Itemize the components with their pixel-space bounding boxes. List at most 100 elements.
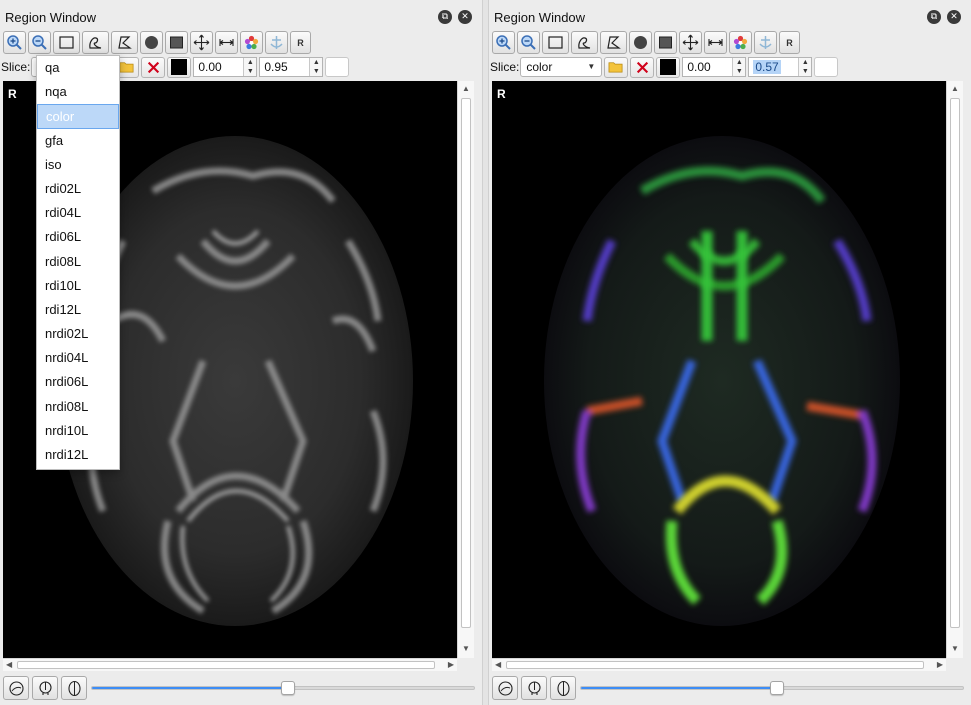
dropdown-item-rdi04L[interactable]: rdi04L xyxy=(37,201,119,225)
slice-select[interactable]: color ▼ xyxy=(520,57,603,77)
dropdown-item-rdi10L[interactable]: rdi10L xyxy=(37,274,119,298)
dropdown-item-nrdi08L[interactable]: nrdi08L xyxy=(37,395,119,419)
anchor-button[interactable] xyxy=(754,31,777,54)
dropdown-item-iso[interactable]: iso xyxy=(37,153,119,177)
title-bar: Region Window ⧉ ✕ xyxy=(489,0,971,30)
circle-tool-button[interactable] xyxy=(629,31,652,54)
horizontal-scroll-thumb[interactable] xyxy=(506,661,924,669)
square-tool-button[interactable] xyxy=(165,31,188,54)
float-window-icon[interactable]: ⧉ xyxy=(438,10,452,24)
r-button[interactable]: R xyxy=(290,31,311,54)
color-wheel-button[interactable] xyxy=(240,31,263,54)
polygon-tool-button[interactable] xyxy=(600,31,627,54)
scroll-left-icon[interactable]: ◀ xyxy=(6,660,12,669)
slice-slider[interactable] xyxy=(580,681,964,695)
splitter[interactable] xyxy=(482,0,489,705)
scroll-right-icon[interactable]: ▶ xyxy=(937,660,943,669)
zoom-out-button[interactable] xyxy=(28,31,51,54)
scroll-down-icon[interactable]: ▼ xyxy=(951,644,959,653)
dropdown-item-rdi12L[interactable]: rdi12L xyxy=(37,298,119,322)
axial-view-button[interactable] xyxy=(61,676,87,700)
freehand-tool-button[interactable] xyxy=(571,31,598,54)
slider-fill xyxy=(92,687,288,689)
extra-field[interactable] xyxy=(814,57,839,77)
scroll-up-icon[interactable]: ▲ xyxy=(462,84,470,93)
open-folder-button[interactable] xyxy=(604,56,629,78)
vertical-scrollbar[interactable]: ▲ ▼ xyxy=(457,81,474,658)
rectangle-tool-button[interactable] xyxy=(53,31,80,54)
vertical-scrollbar[interactable]: ▲ ▼ xyxy=(946,81,963,658)
clear-button[interactable] xyxy=(141,56,166,78)
slice-view[interactable]: R xyxy=(492,81,946,658)
scroll-up-icon[interactable]: ▲ xyxy=(951,84,959,93)
close-window-icon[interactable]: ✕ xyxy=(947,10,961,24)
axial-view-button[interactable] xyxy=(550,676,576,700)
dropdown-item-rdi06L[interactable]: rdi06L xyxy=(37,225,119,249)
float-window-icon[interactable]: ⧉ xyxy=(927,10,941,24)
slider-fill xyxy=(581,687,777,689)
color-wheel-button[interactable] xyxy=(729,31,752,54)
move-tool-button[interactable] xyxy=(190,31,213,54)
dropdown-item-qa[interactable]: qa xyxy=(37,56,119,80)
square-tool-button[interactable] xyxy=(654,31,677,54)
scroll-right-icon[interactable]: ▶ xyxy=(448,660,454,669)
polygon-tool-button[interactable] xyxy=(111,31,138,54)
slice-slider[interactable] xyxy=(91,681,475,695)
r-button[interactable]: R xyxy=(779,31,800,54)
extra-field[interactable] xyxy=(325,57,350,77)
delete-x-icon xyxy=(636,61,648,73)
vertical-scroll-thumb[interactable] xyxy=(461,98,471,628)
coronal-view-button[interactable] xyxy=(521,676,547,700)
horizontal-scroll-thumb[interactable] xyxy=(17,661,435,669)
background-color-button[interactable] xyxy=(656,56,681,78)
spin-arrows-icon[interactable]: ▲ ▼ xyxy=(798,58,812,76)
dropdown-item-nqa[interactable]: nqa xyxy=(37,80,119,104)
anchor-button[interactable] xyxy=(265,31,288,54)
ruler-tool-button[interactable] xyxy=(215,31,238,54)
dropdown-item-nrdi04L[interactable]: nrdi04L xyxy=(37,346,119,370)
scroll-down-icon[interactable]: ▼ xyxy=(462,644,470,653)
coronal-icon xyxy=(38,680,52,695)
slider-handle[interactable] xyxy=(770,681,784,695)
background-color-button[interactable] xyxy=(167,56,192,78)
slider-handle[interactable] xyxy=(281,681,295,695)
move-icon xyxy=(682,34,699,51)
zoom-in-button[interactable] xyxy=(3,31,26,54)
rectangle-tool-button[interactable] xyxy=(542,31,569,54)
dropdown-item-nrdi06L[interactable]: nrdi06L xyxy=(37,370,119,394)
max-value-spinbox[interactable]: 0.95 ▲ ▼ xyxy=(259,57,324,77)
sagittal-view-button[interactable] xyxy=(492,676,518,700)
close-window-icon[interactable]: ✕ xyxy=(458,10,472,24)
zoom-in-button[interactable] xyxy=(492,31,515,54)
freehand-tool-button[interactable] xyxy=(82,31,109,54)
dropdown-item-nrdi12L[interactable]: nrdi12L xyxy=(37,443,119,467)
move-tool-button[interactable] xyxy=(679,31,702,54)
dropdown-item-nrdi02L[interactable]: nrdi02L xyxy=(37,322,119,346)
max-value-spinbox[interactable]: 0.57 ▲ ▼ xyxy=(748,57,813,77)
coronal-view-button[interactable] xyxy=(32,676,58,700)
vertical-scroll-thumb[interactable] xyxy=(950,98,960,628)
slice-dropdown-menu[interactable]: qa nqa color gfa iso rdi02L rdi04L rdi06L rdi08L… xyxy=(36,55,120,470)
dropdown-item-gfa[interactable]: gfa xyxy=(37,129,119,153)
dropdown-item-rdi02L[interactable]: rdi02L xyxy=(37,177,119,201)
spin-arrows-icon[interactable]: ▲ ▼ xyxy=(243,58,257,76)
clear-button[interactable] xyxy=(630,56,655,78)
circle-tool-button[interactable] xyxy=(140,31,163,54)
dropdown-item-nrdi10L[interactable]: nrdi10L xyxy=(37,419,119,443)
spin-arrows-icon[interactable]: ▲ ▼ xyxy=(309,58,323,76)
zoom-out-button[interactable] xyxy=(517,31,540,54)
min-value: 0.00 xyxy=(198,60,222,74)
dropdown-item-rdi08L[interactable]: rdi08L xyxy=(37,250,119,274)
scroll-left-icon[interactable]: ◀ xyxy=(495,660,501,669)
ruler-tool-button[interactable] xyxy=(704,31,727,54)
spin-arrows-icon[interactable]: ▲ ▼ xyxy=(732,58,746,76)
folder-icon xyxy=(119,62,134,73)
horizontal-scrollbar[interactable]: ◀ ▶ xyxy=(3,658,457,671)
min-value-spinbox[interactable]: 0.00 ▲ ▼ xyxy=(193,57,258,77)
horizontal-scrollbar[interactable]: ◀ ▶ xyxy=(492,658,946,671)
dropdown-item-color[interactable]: color xyxy=(37,104,119,129)
coronal-icon xyxy=(527,680,541,695)
min-value-spinbox[interactable]: 0.00 ▲ ▼ xyxy=(682,57,747,77)
sagittal-view-button[interactable] xyxy=(3,676,29,700)
zoom-out-icon xyxy=(521,35,536,50)
